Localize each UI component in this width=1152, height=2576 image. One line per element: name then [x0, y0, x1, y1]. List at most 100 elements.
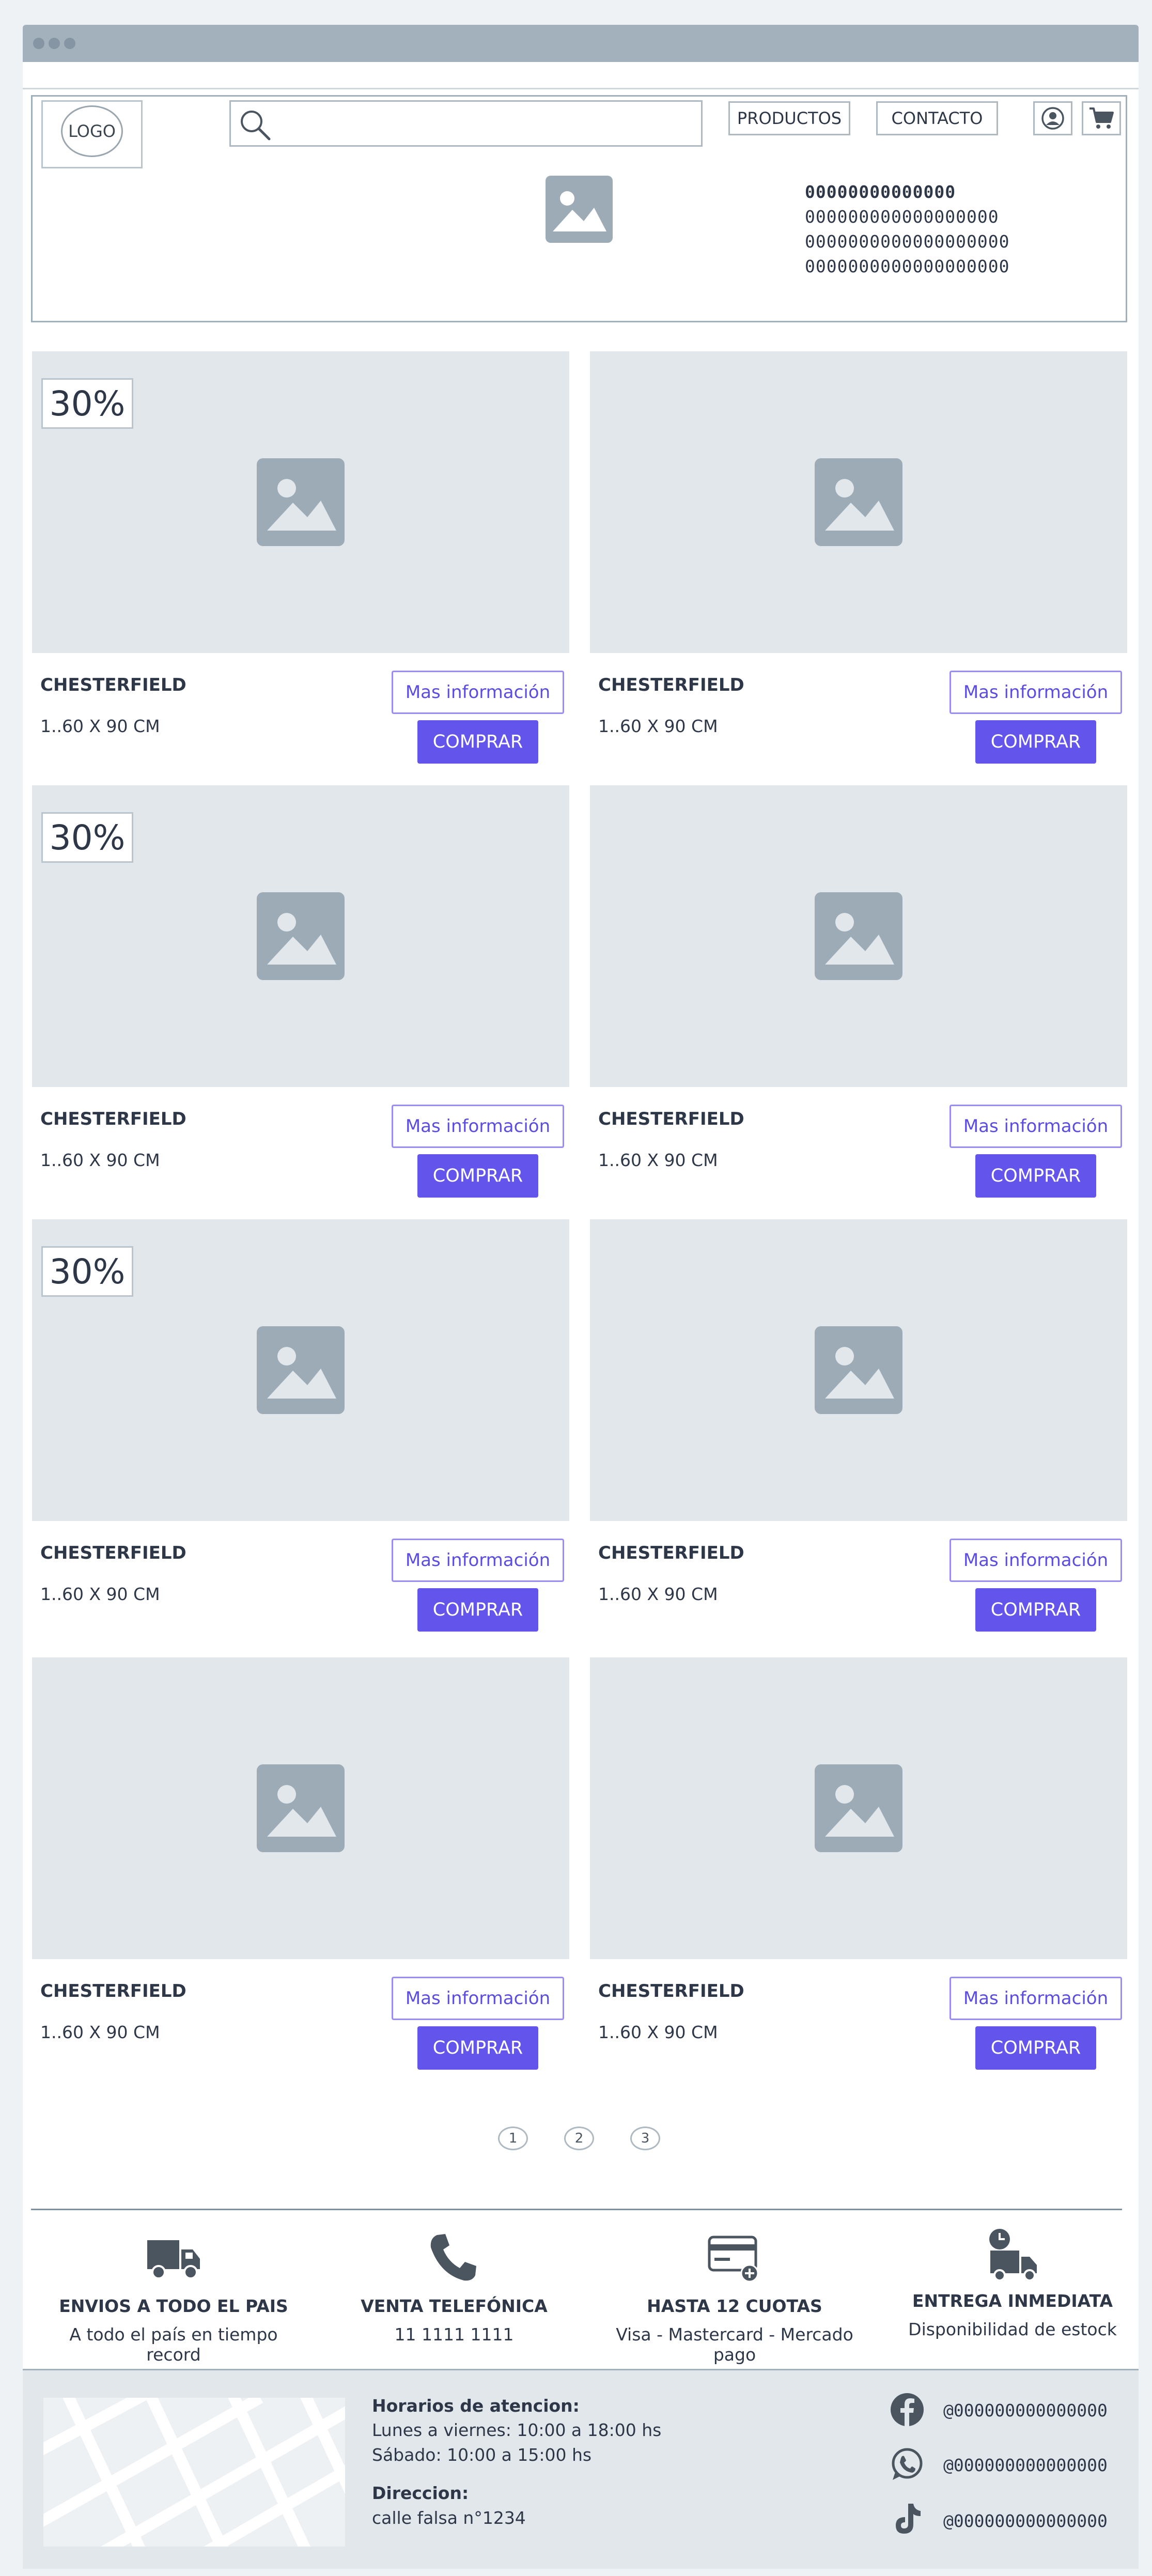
facebook-handle[interactable]: @000000000000000: [943, 2400, 1108, 2420]
hours-saturday: Sábado: 10:00 a 15:00 hs: [372, 2445, 592, 2465]
delivery-clock-icon: [989, 2229, 1037, 2282]
product-title: CHESTERFIELD: [40, 1543, 186, 1563]
buy-button[interactable]: COMPRAR: [975, 2026, 1096, 2070]
search-input[interactable]: [229, 100, 703, 147]
product-title: CHESTERFIELD: [598, 1981, 744, 2001]
product-size: 1..60 X 90 CM: [598, 1150, 718, 1170]
page-3-button[interactable]: 3: [630, 2127, 660, 2150]
user-icon: [1041, 107, 1064, 130]
window-dot-icon[interactable]: [64, 38, 75, 49]
browser-title-bar: [23, 25, 1139, 62]
divider: [23, 88, 1139, 89]
truck-icon: [147, 2240, 200, 2279]
image-placeholder-icon: [815, 1326, 902, 1414]
product-size: 1..60 X 90 CM: [40, 1150, 160, 1170]
hero-text-line: 0000000000000000000: [805, 231, 1010, 252]
product-image[interactable]: [590, 1657, 1127, 1959]
nav-productos[interactable]: PRODUCTOS: [728, 101, 850, 135]
product-size: 1..60 X 90 CM: [40, 716, 160, 736]
credit-card-icon: [708, 2236, 759, 2283]
cart-icon: [1089, 107, 1114, 129]
page-1-button[interactable]: 1: [498, 2127, 528, 2150]
page-2-button[interactable]: 2: [564, 2127, 594, 2150]
feature-subtitle: Visa - Mastercard - Mercado pago: [616, 2324, 853, 2365]
more-info-button[interactable]: Mas información: [949, 671, 1122, 714]
nav-contacto[interactable]: CONTACTO: [876, 101, 998, 135]
window-dot-icon[interactable]: [33, 38, 44, 49]
product-image[interactable]: [32, 1657, 569, 1959]
image-placeholder-icon: [257, 1764, 345, 1852]
discount-badge: 30%: [41, 378, 133, 429]
address-label: Direccion:: [372, 2483, 469, 2503]
image-placeholder-icon: [257, 458, 345, 546]
product-image[interactable]: [590, 785, 1127, 1087]
discount-badge: 30%: [41, 1246, 133, 1297]
product-size: 1..60 X 90 CM: [40, 1584, 160, 1604]
tiktok-handle[interactable]: @000000000000000: [943, 2511, 1108, 2531]
product-title: CHESTERFIELD: [598, 1543, 744, 1563]
map-image[interactable]: [43, 2398, 345, 2547]
product-image[interactable]: [590, 351, 1127, 653]
more-info-button[interactable]: Mas información: [392, 671, 564, 714]
buy-button[interactable]: COMPRAR: [975, 1588, 1096, 1632]
hero-text-line: 000000000000000000: [805, 207, 999, 227]
discount-badge: 30%: [41, 812, 133, 863]
whatsapp-icon[interactable]: [890, 2447, 925, 2482]
feature-subtitle: A todo el país en tiempo record: [69, 2324, 278, 2365]
feature-title: ENVIOS A TODO EL PAIS: [59, 2296, 288, 2316]
more-info-button[interactable]: Mas información: [949, 1105, 1122, 1148]
hero-text-line: 00000000000000: [805, 182, 956, 202]
window-dot-icon[interactable]: [49, 38, 60, 49]
hours-label: Horarios de atencion:: [372, 2396, 580, 2416]
image-placeholder-icon: [815, 892, 902, 980]
facebook-icon[interactable]: [890, 2392, 925, 2427]
product-size: 1..60 X 90 CM: [598, 2022, 718, 2042]
tiktok-icon[interactable]: [890, 2502, 925, 2537]
more-info-button[interactable]: Mas información: [392, 1539, 564, 1582]
feature-delivery: ENTREGA INMEDIATA Disponibilidad de esto…: [894, 2227, 1131, 2339]
image-placeholder-icon: [815, 458, 902, 546]
feature-subtitle: 11 1111 1111: [394, 2324, 514, 2345]
product-image[interactable]: [590, 1219, 1127, 1521]
feature-subtitle: Disponibilidad de estock: [908, 2319, 1117, 2339]
product-title: CHESTERFIELD: [598, 1109, 744, 1129]
buy-button[interactable]: COMPRAR: [417, 720, 538, 764]
search-icon: [241, 111, 271, 141]
divider: [31, 2209, 1122, 2210]
buy-button[interactable]: COMPRAR: [975, 720, 1096, 764]
whatsapp-handle[interactable]: @000000000000000: [943, 2455, 1108, 2475]
buy-button[interactable]: COMPRAR: [417, 2026, 538, 2070]
feature-title: HASTA 12 CUOTAS: [647, 2296, 822, 2316]
more-info-button[interactable]: Mas información: [949, 1539, 1122, 1582]
image-placeholder-icon: [257, 892, 345, 980]
product-size: 1..60 X 90 CM: [40, 2022, 160, 2042]
product-size: 1..60 X 90 CM: [598, 716, 718, 736]
hours-weekdays: Lunes a viernes: 10:00 a 18:00 hs: [372, 2420, 662, 2440]
more-info-button[interactable]: Mas información: [949, 1977, 1122, 2020]
image-placeholder-icon: [815, 1764, 902, 1852]
feature-phone: VENTA TELEFÓNICA 11 1111 1111: [335, 2232, 573, 2345]
image-placeholder-icon: [257, 1326, 345, 1414]
feature-installments: HASTA 12 CUOTAS Visa - Mastercard - Merc…: [616, 2232, 853, 2365]
more-info-button[interactable]: Mas información: [392, 1105, 564, 1148]
product-title: CHESTERFIELD: [598, 675, 744, 695]
account-button[interactable]: [1033, 101, 1072, 135]
buy-button[interactable]: COMPRAR: [417, 1154, 538, 1198]
map-streets-icon: [43, 2398, 345, 2547]
product-title: CHESTERFIELD: [40, 1981, 186, 2001]
hero-text-line: 0000000000000000000: [805, 256, 1010, 276]
product-title: CHESTERFIELD: [40, 1109, 186, 1129]
phone-icon: [430, 2234, 476, 2281]
feature-shipping: ENVIOS A TODO EL PAIS A todo el país en …: [55, 2232, 292, 2365]
product-size: 1..60 X 90 CM: [598, 1584, 718, 1604]
cart-button[interactable]: [1082, 101, 1121, 135]
hero-text: 00000000000000 000000000000000000 000000…: [805, 180, 1010, 279]
more-info-button[interactable]: Mas información: [392, 1977, 564, 2020]
logo[interactable]: LOGO: [61, 105, 123, 157]
feature-title: VENTA TELEFÓNICA: [361, 2296, 548, 2316]
address-text: calle falsa n°1234: [372, 2508, 526, 2528]
buy-button[interactable]: COMPRAR: [417, 1588, 538, 1632]
hero-image-icon: [546, 176, 613, 243]
buy-button[interactable]: COMPRAR: [975, 1154, 1096, 1198]
product-title: CHESTERFIELD: [40, 675, 186, 695]
